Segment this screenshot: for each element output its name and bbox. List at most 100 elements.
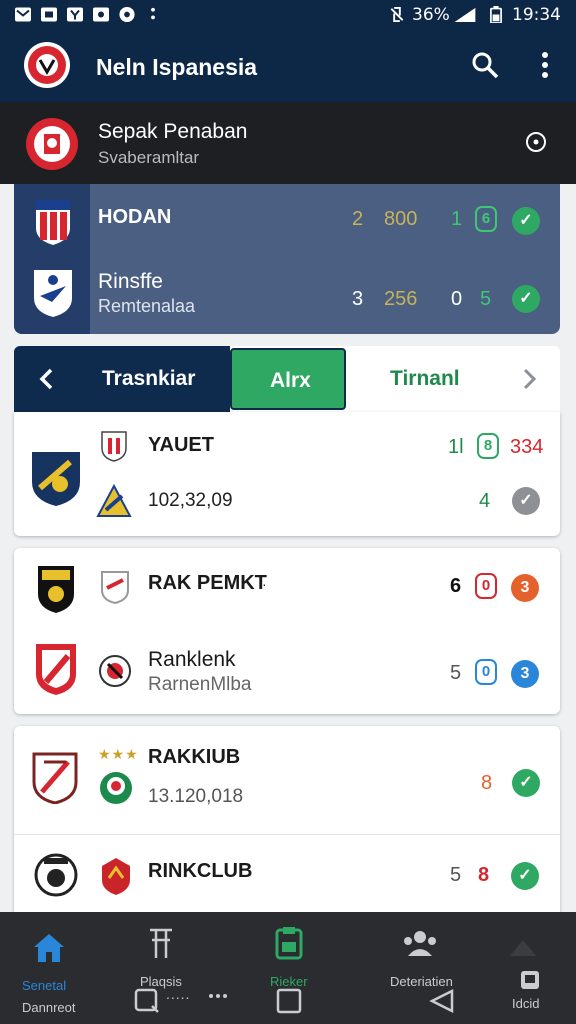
match-status-dot[interactable]: 3 bbox=[511, 660, 539, 688]
signal-icon bbox=[454, 7, 476, 23]
nav-item-deteriatien[interactable]: Deteriatien bbox=[380, 926, 470, 996]
match-count: 8 bbox=[478, 864, 490, 886]
match-card[interactable]: RAK PEMKT · Ranklenk RarnenMlba 6 0 3 5 … bbox=[14, 548, 560, 714]
featured-league-header[interactable]: Sepak Penaban Svaberamltar bbox=[0, 102, 576, 184]
match-team-name: RINKCLUB bbox=[148, 860, 253, 882]
match-status-icon[interactable]: ✓ bbox=[511, 862, 539, 890]
live-score: 3 bbox=[352, 288, 364, 310]
live-team-subtitle: Remtenalaa bbox=[98, 296, 196, 316]
team-crest-small bbox=[100, 772, 132, 804]
match-status-icon[interactable]: ✓ bbox=[512, 487, 540, 515]
nav-label: Rieker bbox=[270, 974, 308, 989]
match-pill: 8 bbox=[477, 433, 499, 459]
nav-item-rieker[interactable]: Rieker bbox=[258, 926, 328, 996]
profile-square-icon[interactable] bbox=[520, 970, 540, 990]
more-dots-icon[interactable] bbox=[208, 992, 228, 1000]
live-status-icon[interactable]: ✓ bbox=[512, 285, 540, 313]
club-logo bbox=[24, 42, 70, 88]
match-status-dot[interactable]: 3 bbox=[511, 574, 539, 602]
vibrate-off-icon bbox=[390, 6, 404, 23]
circle-notification-icon bbox=[119, 6, 135, 23]
match-team-name: RAKKIUB bbox=[148, 746, 241, 768]
clipboard-icon bbox=[275, 927, 303, 960]
live-count: 5 bbox=[480, 288, 492, 310]
gallery-icon bbox=[93, 7, 109, 22]
back-icon[interactable] bbox=[428, 988, 456, 1014]
tab-label: Alrx bbox=[270, 369, 311, 392]
team-crest-large bbox=[38, 566, 74, 613]
match-count: 5 bbox=[450, 662, 462, 684]
live-score: 2 bbox=[352, 208, 364, 230]
nav-item-home[interactable]: Senetal bbox=[14, 926, 84, 996]
team-crest-large bbox=[32, 452, 80, 506]
players-icon bbox=[150, 928, 172, 958]
live-match-card[interactable]: HODAN Rinsffe Remtenalaa 2 800 1 6 ✓ 3 2… bbox=[14, 184, 560, 334]
featured-title: Sepak Penaban bbox=[98, 120, 248, 143]
tab-trasnkiar[interactable]: Trasnkiar bbox=[14, 346, 230, 412]
match-stat: 334 bbox=[510, 436, 544, 458]
match-pill: 0 bbox=[475, 573, 497, 599]
tab-alrx[interactable]: Alrx bbox=[230, 348, 346, 410]
match-card[interactable]: YAUET 102,32,09 1l 8 334 4 ✓ bbox=[14, 412, 560, 536]
battery-percent: 36% bbox=[412, 5, 450, 25]
league-logo bbox=[26, 118, 78, 170]
tab-label: Trasnkiar bbox=[102, 367, 196, 390]
more-notifications-icon bbox=[151, 7, 155, 20]
team-crest-large bbox=[34, 853, 78, 897]
team-crest-large bbox=[32, 752, 78, 804]
match-pill: 0 bbox=[475, 659, 497, 685]
live-stat: 800 bbox=[384, 208, 418, 230]
row-divider bbox=[14, 834, 560, 835]
home-square-icon[interactable] bbox=[276, 988, 302, 1014]
match-count: 5 bbox=[450, 864, 462, 886]
match-team-subtitle: RarnenMlba bbox=[148, 674, 252, 695]
nav-extra-label: Idcid bbox=[512, 996, 540, 1011]
match-card[interactable]: ★★★ RAKKIUB 13.120,018 8 ✓ RINKCLUB 5 8 … bbox=[14, 726, 560, 926]
team-crest-small bbox=[96, 484, 132, 517]
app-bar: Neln Ispanesia bbox=[0, 30, 576, 102]
live-stat: 256 bbox=[384, 288, 418, 310]
featured-subtitle: Svaberamltar bbox=[98, 148, 200, 167]
match-team-name: Ranklenk bbox=[148, 648, 236, 671]
team-crest-small bbox=[99, 655, 131, 687]
tab-bar: Trasnkiar Alrx Tirnanl bbox=[14, 346, 560, 412]
live-count: 1 bbox=[451, 208, 463, 230]
nav-extra-label: Dannreot bbox=[22, 1000, 76, 1015]
search-icon[interactable] bbox=[470, 50, 500, 80]
match-score-detail: 102,32,09 bbox=[148, 490, 233, 511]
match-count: 8 bbox=[481, 772, 493, 794]
match-team-name: YAUET bbox=[148, 434, 214, 456]
pager-dots: ..... bbox=[166, 986, 191, 1002]
recent-apps-icon[interactable] bbox=[134, 988, 160, 1014]
nav-label: Senetal bbox=[22, 978, 67, 993]
chevron-right-icon[interactable] bbox=[522, 367, 538, 391]
live-status-icon[interactable]: ✓ bbox=[512, 207, 540, 235]
match-count: 6 bbox=[450, 575, 462, 597]
live-team-name: HODAN bbox=[98, 206, 172, 228]
match-status-icon[interactable]: ✓ bbox=[512, 769, 540, 797]
team-crest-small bbox=[101, 571, 129, 604]
group-icon bbox=[404, 931, 436, 956]
match-count: 4 bbox=[479, 490, 491, 512]
clock: 19:34 bbox=[512, 5, 561, 25]
photo-icon bbox=[41, 7, 57, 22]
match-team-name: RAK PEMKT bbox=[148, 572, 267, 594]
team-crest-small bbox=[102, 858, 130, 895]
target-icon[interactable] bbox=[524, 130, 548, 154]
home-icon bbox=[34, 934, 64, 962]
tab-tirnanl[interactable]: Tirnanl bbox=[390, 367, 460, 391]
team-crest-rinsffe bbox=[34, 270, 72, 317]
rating-stars: ★★★ bbox=[98, 746, 139, 762]
match-count: 1l bbox=[448, 436, 464, 458]
separator-dot: · bbox=[262, 576, 267, 592]
live-count: 0 bbox=[451, 288, 463, 310]
gmail-icon bbox=[15, 7, 31, 22]
live-team-name: Rinsffe bbox=[98, 270, 163, 293]
team-crest-small bbox=[101, 431, 127, 462]
team-crest-large bbox=[36, 644, 76, 695]
faded-nav-icon bbox=[510, 940, 536, 956]
nav-label: Deteriatien bbox=[390, 974, 453, 989]
status-bar: 36% 19:34 bbox=[0, 0, 576, 30]
chevron-left-icon[interactable] bbox=[38, 367, 54, 391]
more-options-icon[interactable] bbox=[538, 50, 552, 80]
